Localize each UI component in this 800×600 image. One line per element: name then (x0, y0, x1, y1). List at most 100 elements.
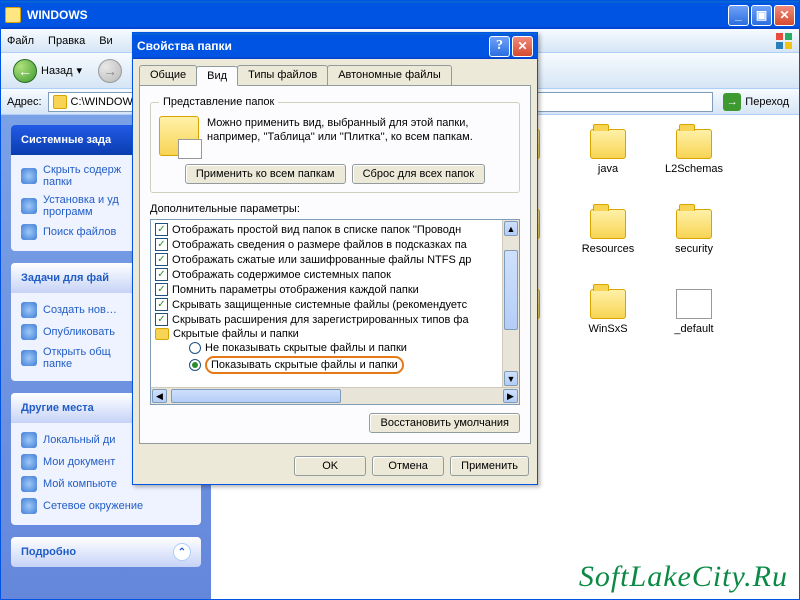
panel-item[interactable]: Сетевое окружение (21, 495, 191, 517)
panel-item-label: Открыть общ папке (43, 346, 111, 370)
menu-view[interactable]: Ви (99, 35, 112, 47)
folder-item[interactable]: WinSxS (565, 285, 651, 365)
network-icon (21, 498, 37, 514)
window-title: WINDOWS (27, 8, 88, 22)
explorer-titlebar[interactable]: WINDOWS _ ▣ ✕ (1, 1, 799, 29)
item-label: security (675, 243, 713, 256)
panel-item-label: Скрыть содерж папки (43, 164, 121, 188)
tree-label: Скрывать защищенные системные файлы (рек… (172, 299, 467, 311)
radio[interactable] (189, 342, 201, 354)
scroll-down-icon[interactable]: ▼ (504, 371, 518, 386)
folder-views-icon (159, 116, 199, 156)
folder-item[interactable]: L2Schemas (651, 125, 737, 205)
tab-strip: ОбщиеВидТипы файловАвтономные файлы (139, 65, 531, 86)
tab-3[interactable]: Автономные файлы (327, 65, 452, 85)
go-label: Переход (745, 96, 789, 108)
cancel-button[interactable]: Отмена (372, 456, 444, 476)
apply-button[interactable]: Применить (450, 456, 529, 476)
tab-view-content: Представление папок Можно применить вид,… (139, 86, 531, 444)
item-label: _default (674, 323, 713, 336)
folder-hide-icon (21, 168, 37, 184)
fieldset-legend: Представление папок (159, 96, 278, 108)
scroll-up-icon[interactable]: ▲ (504, 221, 518, 236)
apply-to-all-button[interactable]: Применить ко всем папкам (185, 164, 346, 184)
dropdown-arrow-icon: ▾ (77, 64, 83, 77)
folder-item[interactable]: java (565, 125, 651, 205)
scroll-thumb[interactable] (504, 250, 518, 330)
tab-0[interactable]: Общие (139, 65, 197, 85)
vertical-scrollbar[interactable]: ▲ ▼ (502, 220, 519, 387)
scroll-thumb[interactable] (171, 389, 341, 403)
tree-label: Скрывать расширения для зарегистрированн… (172, 314, 469, 326)
folder-item[interactable]: Resources (565, 205, 651, 285)
tree-row[interactable]: Скрытые файлы и папки (153, 327, 517, 341)
panel-item-label: Локальный ди (43, 434, 115, 446)
checkbox[interactable] (155, 268, 168, 281)
tree-label: Не показывать скрытые файлы и папки (205, 342, 407, 354)
tree-row[interactable]: Скрывать расширения для зарегистрированн… (153, 312, 517, 327)
folder-item[interactable]: security (651, 205, 737, 285)
chevron-icon[interactable]: ⌃ (173, 543, 191, 561)
advanced-label: Дополнительные параметры: (150, 203, 520, 215)
folder-icon (590, 129, 626, 159)
item-label: WinSxS (588, 323, 627, 336)
tree-label: Скрытые файлы и папки (173, 328, 299, 340)
reset-all-button[interactable]: Сброс для всех папок (352, 164, 486, 184)
address-label: Адрес: (7, 96, 42, 108)
folder-icon (5, 7, 21, 23)
tree-label: Показывать скрытые файлы и папки (205, 356, 404, 374)
panel-item-label: Опубликовать (43, 326, 115, 338)
ok-button[interactable]: OK (294, 456, 366, 476)
nav-forward-button[interactable]: → (92, 57, 128, 85)
tree-row[interactable]: Отображать содержимое системных папок (153, 267, 517, 282)
maximize-button[interactable]: ▣ (751, 5, 772, 26)
horizontal-scrollbar[interactable]: ◀ ▶ (151, 387, 519, 404)
panel-head[interactable]: Подробно ⌃ (11, 537, 201, 567)
forward-arrow-icon: → (98, 59, 122, 83)
tree-row[interactable]: Показывать скрытые файлы и папки (153, 355, 517, 375)
nav-back-button[interactable]: ← Назад ▾ (7, 57, 88, 85)
file-icon (676, 289, 712, 319)
checkbox[interactable] (155, 253, 168, 266)
panel-title: Другие места (21, 402, 94, 414)
folder-icon (676, 129, 712, 159)
advanced-options-tree[interactable]: Отображать простой вид папок в списке па… (150, 219, 520, 405)
tree-row[interactable]: Скрывать защищенные системные файлы (рек… (153, 297, 517, 312)
folder-item[interactable]: _default (651, 285, 737, 365)
search-icon (21, 224, 37, 240)
tree-label: Отображать сведения о размере файлов в п… (172, 239, 467, 251)
close-button[interactable]: ✕ (774, 5, 795, 26)
checkbox[interactable] (155, 283, 168, 296)
tab-1[interactable]: Вид (196, 66, 238, 86)
checkbox[interactable] (155, 223, 168, 236)
help-button[interactable]: ? (489, 36, 510, 57)
folder-icon (590, 289, 626, 319)
go-button[interactable]: → Переход (719, 93, 793, 111)
folder-icon (590, 209, 626, 239)
radio[interactable] (189, 359, 201, 371)
checkbox[interactable] (155, 238, 168, 251)
dialog-titlebar[interactable]: Свойства папки ? ✕ (133, 33, 537, 59)
scroll-right-icon[interactable]: ▶ (503, 389, 518, 403)
checkbox[interactable] (155, 298, 168, 311)
tree-row[interactable]: Отображать сжатые или зашифрованные файл… (153, 252, 517, 267)
scroll-left-icon[interactable]: ◀ (152, 389, 167, 403)
dialog-close-button[interactable]: ✕ (512, 36, 533, 57)
tree-label: Отображать сжатые или зашифрованные файл… (172, 254, 471, 266)
tab-2[interactable]: Типы файлов (237, 65, 328, 85)
tree-row[interactable]: Не показывать скрытые файлы и папки (153, 341, 517, 355)
restore-defaults-button[interactable]: Восстановить умолчания (369, 413, 520, 433)
minimize-button[interactable]: _ (728, 5, 749, 26)
folder-options-dialog: Свойства папки ? ✕ ОбщиеВидТипы файловАв… (132, 32, 538, 485)
menu-edit[interactable]: Правка (48, 35, 85, 47)
drive-icon (21, 432, 37, 448)
back-arrow-icon: ← (13, 59, 37, 83)
menu-file[interactable]: Файл (7, 35, 34, 47)
tree-row[interactable]: Отображать простой вид папок в списке па… (153, 222, 517, 237)
tree-row[interactable]: Отображать сведения о размере файлов в п… (153, 237, 517, 252)
tree-row[interactable]: Помнить параметры отображения каждой пап… (153, 282, 517, 297)
panel-title: Подробно (21, 546, 76, 558)
go-arrow-icon: → (723, 93, 741, 111)
dialog-title: Свойства папки (137, 39, 232, 53)
checkbox[interactable] (155, 313, 168, 326)
